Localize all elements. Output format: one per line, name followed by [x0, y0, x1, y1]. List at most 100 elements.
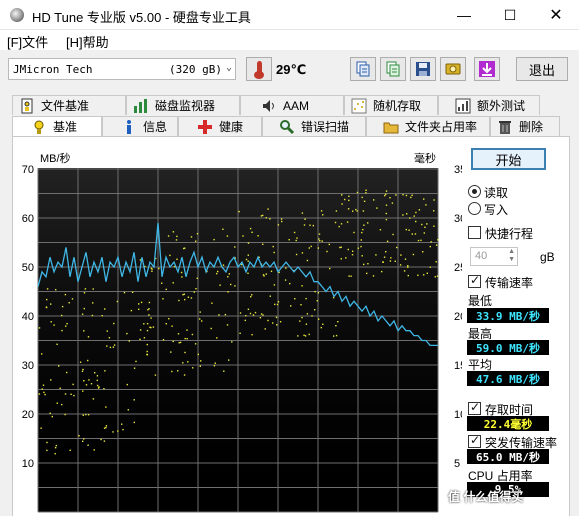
tab-folder-usage[interactable]: 文件夹占用率 — [366, 116, 490, 136]
access-time-point — [348, 275, 350, 277]
y-right-tick-label: 35 — [454, 164, 462, 176]
access-time-point — [345, 257, 347, 259]
download-button[interactable] — [474, 57, 500, 81]
short-stroke-label: 快捷行程 — [485, 227, 534, 241]
access-time-point — [178, 342, 180, 344]
access-time-point — [247, 308, 250, 310]
maximize-button[interactable]: ☐ — [487, 0, 533, 30]
access-time-point — [328, 243, 330, 246]
menu-help[interactable]: [H]帮助 — [66, 32, 109, 51]
tab-aam[interactable]: AAM — [240, 95, 344, 115]
access-time-point — [70, 393, 72, 395]
access-time-point — [433, 199, 435, 201]
burst-rate-checkbox[interactable] — [468, 433, 481, 448]
access-time-point — [340, 246, 342, 248]
spinner-arrows-icon[interactable]: ▲ ▼ — [508, 248, 515, 264]
access-time-point — [260, 313, 263, 315]
access-time-point — [79, 361, 82, 363]
transfer-rate-checkbox[interactable] — [468, 273, 481, 288]
access-time-point — [417, 239, 420, 242]
access-time-point — [83, 330, 85, 332]
access-time-point — [103, 427, 106, 429]
access-time-point — [211, 302, 213, 304]
write-radio[interactable] — [468, 202, 481, 215]
access-time-point — [78, 435, 80, 437]
close-button[interactable]: ✕ — [533, 0, 579, 30]
access-time-point — [46, 441, 48, 444]
tab-erase[interactable]: 删除 — [490, 116, 560, 136]
access-time-point — [311, 315, 313, 317]
tab-health[interactable]: 健康 — [178, 116, 262, 136]
access-time-point — [339, 246, 341, 249]
access-time-point — [375, 254, 377, 256]
tab-label: AAM — [283, 98, 310, 113]
start-button[interactable]: 开始 — [471, 148, 546, 170]
access-time-checkbox[interactable] — [468, 400, 481, 415]
menu-file[interactable]: [F]文件 — [7, 32, 48, 51]
access-time-point — [87, 414, 90, 416]
left-axis-unit: MB/秒 — [40, 151, 71, 165]
tab-info[interactable]: 信息 — [102, 116, 178, 136]
access-time-point — [96, 384, 99, 387]
access-time-point — [41, 353, 43, 355]
smzdm-watermark: 值 什么值得买 — [448, 490, 524, 504]
tab-file-benchmark[interactable]: 文件基准 — [12, 95, 126, 115]
y-right-tick-label: 10 — [454, 409, 462, 421]
access-time-point — [133, 399, 135, 401]
access-time-point — [260, 215, 263, 217]
access-time-point — [353, 231, 355, 234]
min-label: 最低 — [468, 294, 493, 308]
access-time-point — [158, 267, 160, 270]
access-time-point — [216, 272, 218, 275]
access-time-point — [162, 298, 164, 300]
exit-button[interactable]: 退出 — [516, 57, 568, 81]
access-time-point — [56, 343, 58, 345]
tab-benchmark[interactable]: 基准 — [12, 116, 102, 136]
access-time-point — [407, 265, 409, 267]
access-time-point — [171, 370, 173, 373]
access-time-point — [168, 318, 170, 320]
access-time-point — [294, 298, 296, 300]
access-time-point — [251, 334, 253, 336]
access-time-point — [181, 276, 183, 278]
tab-extra-tests[interactable]: 额外测试 — [438, 95, 540, 115]
tab-random-access[interactable]: 随机存取 — [344, 95, 438, 115]
access-time-point — [138, 303, 140, 305]
access-time-point — [184, 247, 186, 249]
tab-row-bottom: 基准 信息 健康 错误扫描 文件夹占用率 删除 — [12, 116, 560, 136]
tab-disk-monitor[interactable]: 磁盘监视器 — [126, 95, 240, 115]
copy-all-button[interactable] — [380, 57, 406, 81]
access-time-point — [226, 235, 229, 237]
chevron-down-icon: ⌄ — [225, 62, 232, 73]
y-right-tick-label: 5 — [454, 458, 460, 470]
access-time-point — [227, 276, 229, 278]
access-time-point — [43, 391, 45, 394]
screenshot-button[interactable] — [440, 57, 466, 81]
access-time-point — [51, 415, 53, 418]
access-time-point — [418, 209, 421, 211]
access-time-point — [245, 258, 248, 261]
access-time-point — [40, 427, 42, 429]
right-axis-unit: 毫秒 — [414, 151, 436, 165]
access-time-point — [389, 197, 391, 199]
min-value: 33.9 MB/秒 — [467, 308, 549, 323]
access-time-point — [382, 261, 384, 263]
access-time-point — [242, 235, 244, 237]
access-time-point — [46, 298, 48, 301]
copy-button[interactable] — [350, 57, 376, 81]
health-icon — [198, 119, 212, 134]
save-button[interactable] — [410, 57, 436, 81]
short-stroke-checkbox[interactable] — [468, 226, 481, 239]
tab-error-scan[interactable]: 错误扫描 — [262, 116, 366, 136]
drive-select[interactable]: JMicron Tech (320 gB) ⌄ — [8, 58, 236, 80]
title-bar: HD Tune 专业版 v5.00 - 硬盘专业工具 — ☐ ✕ — [0, 0, 579, 30]
access-time-point — [196, 233, 199, 235]
temperature-button[interactable] — [246, 57, 272, 81]
access-time-point — [421, 223, 423, 226]
access-time-point — [239, 332, 241, 334]
read-radio[interactable] — [468, 185, 481, 198]
access-time-point — [361, 231, 363, 234]
short-stroke-size-input[interactable]: 40 ▲ ▼ — [470, 247, 518, 266]
access-time-point — [190, 297, 193, 299]
minimize-button[interactable]: — — [441, 0, 487, 30]
